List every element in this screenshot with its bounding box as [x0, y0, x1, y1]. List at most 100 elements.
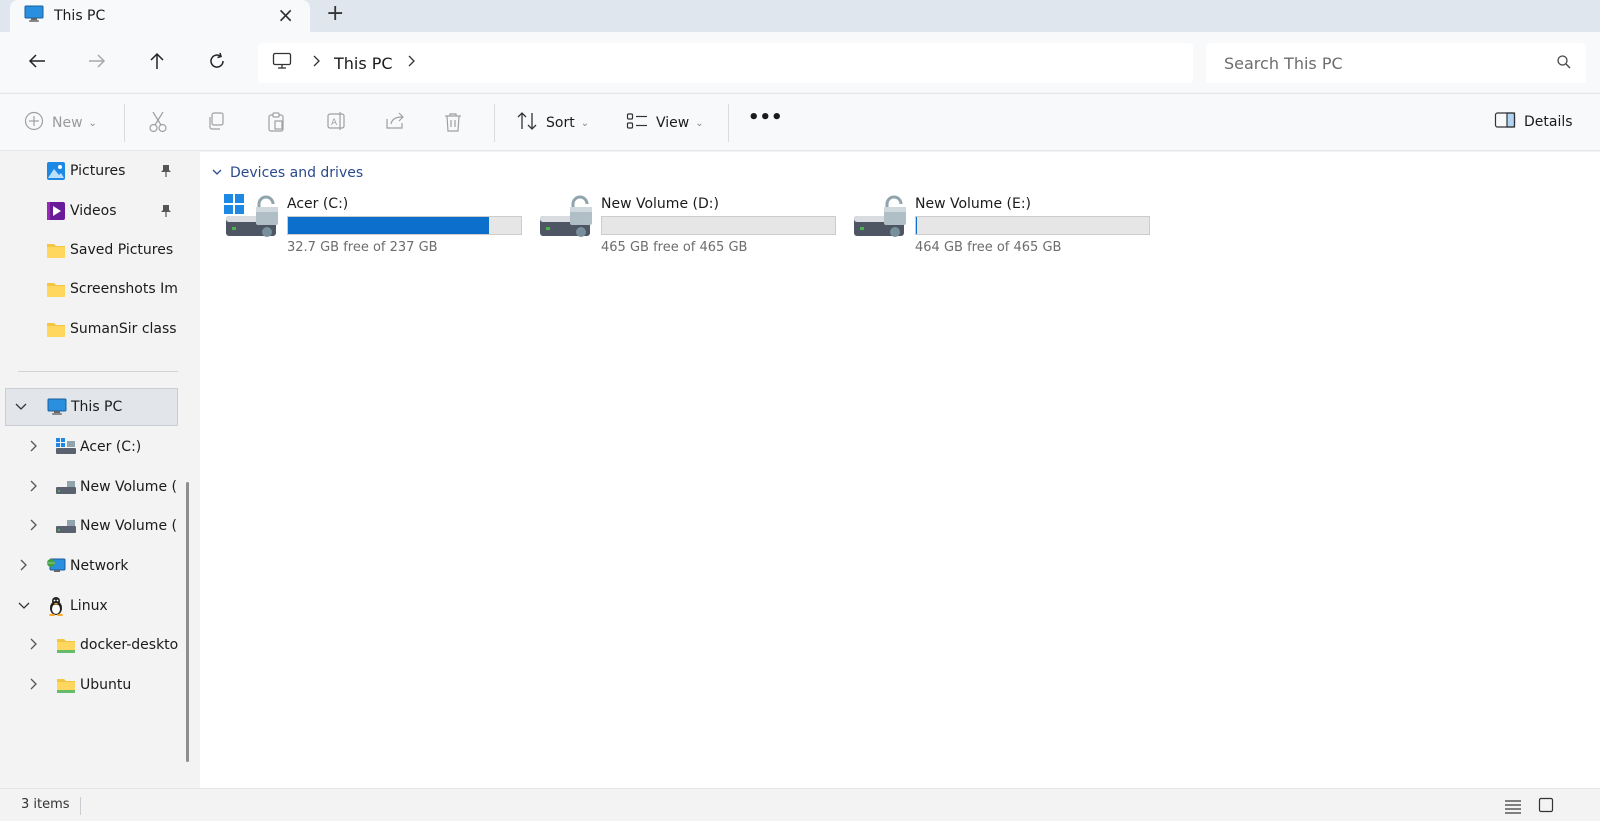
new-button[interactable]: New ⌄ — [24, 111, 97, 135]
chevron-right-icon[interactable] — [312, 55, 320, 71]
sidebar-item-label: New Volume (E — [80, 518, 178, 534]
pin-icon[interactable] — [160, 164, 172, 182]
sidebar-item-new-volume-d[interactable]: New Volume (D — [0, 468, 178, 506]
sidebar-item-pictures[interactable]: Pictures — [0, 152, 178, 190]
sidebar-item-new-volume-e[interactable]: New Volume (E — [0, 507, 178, 545]
monitor-icon — [24, 5, 44, 27]
drive-name: Acer (C:) — [287, 196, 349, 212]
address-bar[interactable]: This PC — [258, 43, 1193, 83]
chevron-right-icon[interactable] — [26, 519, 42, 534]
sidebar-item-network[interactable]: Network — [0, 547, 178, 585]
sort-label: Sort — [546, 115, 575, 131]
more-options-button[interactable]: ••• — [748, 107, 783, 128]
sidebar-item-screenshots[interactable]: Screenshots Ima — [0, 270, 178, 308]
drive-tile-new-volume-e[interactable]: New Volume (E:) 464 GB free of 465 GB — [852, 194, 1152, 260]
search-icon[interactable] — [1556, 54, 1572, 74]
divider — [494, 104, 495, 142]
sidebar-scrollbar[interactable] — [186, 482, 189, 762]
videos-icon — [46, 201, 66, 221]
sidebar-item-label: Saved Pictures — [70, 242, 174, 258]
chevron-right-icon[interactable] — [26, 480, 42, 495]
tiles-view-icon[interactable] — [1538, 797, 1554, 817]
details-view-icon[interactable] — [1504, 798, 1522, 818]
monitor-outline-icon — [272, 52, 292, 74]
cut-button[interactable] — [148, 111, 168, 137]
arrow-right-icon — [88, 53, 106, 73]
monitor-icon — [47, 397, 67, 417]
drive-icon — [56, 516, 76, 536]
minimize-icon[interactable] — [1420, 0, 1432, 10]
refresh-button[interactable] — [202, 48, 232, 78]
drive-lock-icon — [852, 194, 912, 248]
group-header-devices-and-drives[interactable]: Devices and drives — [212, 165, 363, 181]
delete-button[interactable] — [443, 111, 463, 137]
close-window-icon[interactable] — [1532, 0, 1544, 10]
sidebar-item-label: Linux — [70, 598, 108, 614]
plus-circle-icon — [24, 111, 44, 135]
pin-icon[interactable] — [160, 204, 172, 222]
chevron-right-icon[interactable] — [26, 678, 42, 693]
up-button[interactable] — [142, 48, 172, 78]
sidebar-item-linux[interactable]: Linux — [0, 587, 178, 625]
view-label: View — [656, 115, 690, 131]
chevron-right-icon[interactable] — [16, 559, 32, 574]
chevron-down-icon: ⌄ — [695, 117, 704, 129]
scissors-icon — [148, 111, 168, 137]
rename-icon: A — [326, 111, 348, 135]
clipboard-icon — [266, 111, 286, 137]
copy-button[interactable] — [206, 111, 226, 135]
share-icon — [384, 111, 406, 135]
forward-button[interactable] — [82, 48, 112, 78]
chevron-down-icon — [212, 168, 222, 179]
drive-free-space: 32.7 GB free of 237 GB — [287, 240, 438, 255]
chevron-right-icon[interactable] — [26, 638, 42, 653]
drive-tile-acer-c[interactable]: Acer (C:) 32.7 GB free of 237 GB — [224, 194, 524, 260]
network-icon — [46, 556, 66, 576]
folder-icon — [56, 675, 76, 695]
divider — [80, 797, 81, 815]
drive-lock-icon — [538, 194, 598, 248]
sidebar-item-label: New Volume (D — [80, 479, 178, 495]
sort-button[interactable]: Sort ⌄ — [516, 111, 589, 135]
refresh-icon — [208, 52, 226, 74]
status-bar: 3 items — [0, 788, 1600, 821]
paste-button[interactable] — [266, 111, 286, 137]
drive-tile-new-volume-d[interactable]: New Volume (D:) 465 GB free of 465 GB — [538, 194, 838, 260]
maximize-icon[interactable] — [1476, 0, 1488, 10]
tab-this-pc[interactable]: This PC × — [10, 0, 310, 32]
sidebar-item-this-pc[interactable]: This PC — [5, 388, 178, 426]
search-input[interactable] — [1224, 53, 1544, 73]
details-button[interactable]: Details — [1494, 111, 1573, 133]
sidebar-item-ubuntu[interactable]: Ubuntu — [0, 666, 178, 704]
ellipsis-icon: ••• — [748, 107, 783, 128]
sidebar-item-saved-pictures[interactable]: Saved Pictures — [0, 231, 178, 269]
sidebar-item-videos[interactable]: Videos — [0, 192, 178, 230]
close-tab-icon[interactable]: × — [277, 4, 294, 26]
chevron-right-icon[interactable] — [26, 440, 42, 455]
trash-icon — [443, 111, 463, 137]
chevron-right-icon[interactable] — [407, 55, 415, 71]
sidebar-item-sumansir-class[interactable]: SumanSir class a — [0, 310, 178, 348]
new-label: New — [52, 115, 83, 131]
chevron-down-icon[interactable] — [16, 599, 32, 613]
sort-icon — [516, 111, 538, 135]
sidebar-item-label: SumanSir class a — [70, 321, 178, 337]
back-button[interactable] — [22, 48, 52, 78]
plus-icon[interactable]: + — [326, 1, 344, 26]
sidebar-item-label: docker-deskto — [80, 637, 178, 653]
details-pane-icon — [1494, 111, 1516, 133]
search-box[interactable] — [1206, 43, 1586, 83]
share-button[interactable] — [384, 111, 406, 135]
sidebar-item-docker-desktop[interactable]: docker-deskto — [0, 626, 178, 664]
arrow-left-icon — [28, 53, 46, 73]
sidebar-item-acer-c[interactable]: Acer (C:) — [0, 428, 178, 466]
view-button[interactable]: View ⌄ — [626, 111, 704, 135]
sidebar-item-label: Screenshots Ima — [70, 281, 178, 297]
chevron-down-icon[interactable] — [13, 400, 29, 414]
chevron-down-icon: ⌄ — [88, 117, 97, 129]
tab-title: This PC — [54, 8, 106, 24]
rename-button[interactable]: A — [326, 111, 348, 135]
breadcrumb-this-pc[interactable]: This PC — [334, 54, 393, 73]
drive-usage-bar — [915, 216, 1150, 235]
sidebar-item-label: Acer (C:) — [80, 439, 142, 455]
